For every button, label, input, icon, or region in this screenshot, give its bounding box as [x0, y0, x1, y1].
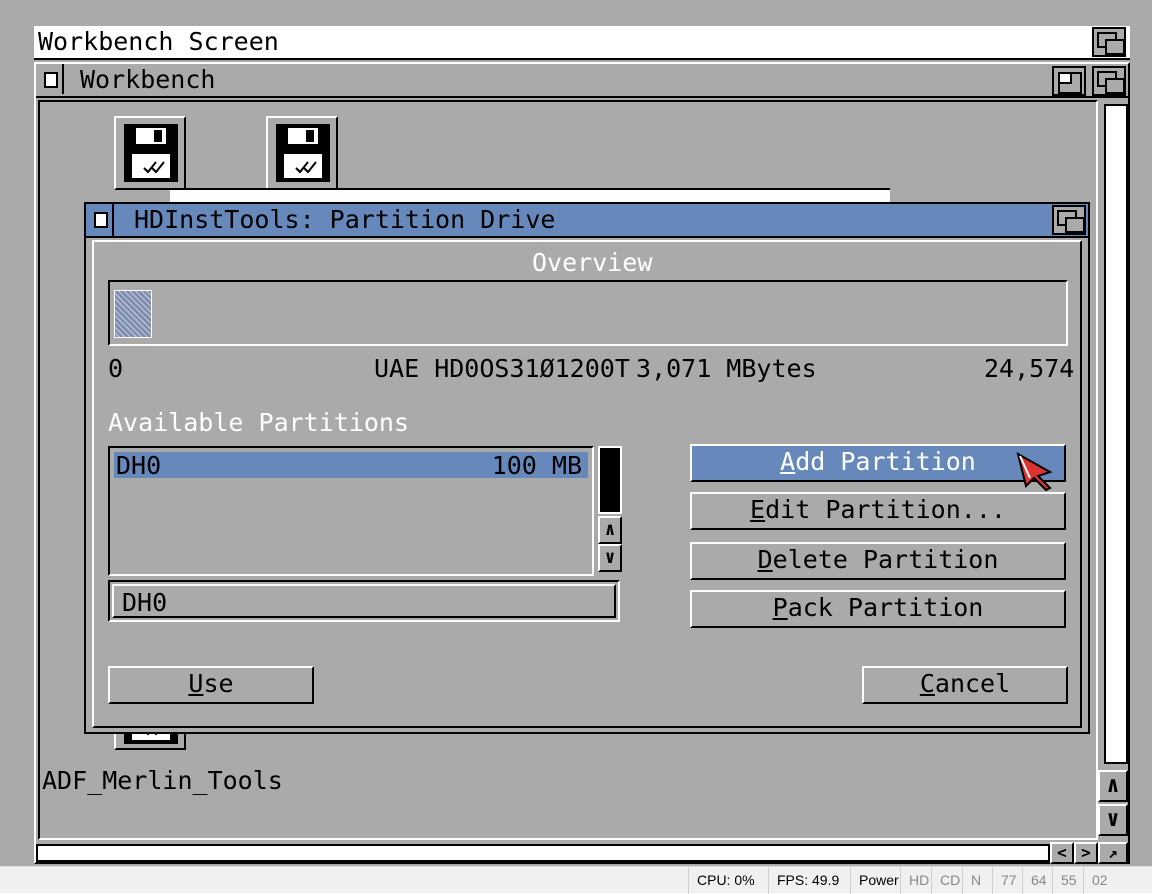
list-scroll-down-icon[interactable]: ∨ [598, 544, 622, 572]
dialog-body: Overview 0 UAE HD0OS31Ø1200T 3,071 MByte… [92, 240, 1082, 728]
screen-depth-gadget[interactable] [1092, 27, 1126, 57]
scroll-down-icon[interactable]: ∨ [1098, 804, 1128, 836]
workbench-screen: Workbench Screen Workbench ADF_Merlin_To… [0, 0, 1152, 866]
overview-label: Overview [532, 248, 653, 277]
add-partition-button[interactable]: Add Partition [690, 444, 1066, 482]
scroll-up-icon[interactable]: ∧ [1098, 770, 1128, 802]
disk-icon[interactable] [266, 116, 338, 190]
screen-title: Workbench Screen [38, 27, 279, 56]
window-depth-gadget[interactable] [1092, 66, 1126, 96]
dialog-titlebar[interactable]: HDInstTools: Partition Drive [86, 204, 1088, 238]
cancel-button[interactable]: Cancel [862, 666, 1068, 704]
partition-name: DH0 [116, 451, 162, 480]
drive-size: 3,071 MBytes [636, 354, 817, 383]
scroll-knob[interactable] [1104, 104, 1128, 764]
cpu-readout: CPU: 0% [688, 867, 763, 894]
list-scroll-up-icon[interactable]: ∧ [598, 516, 622, 544]
n-led: N [962, 867, 989, 894]
delete-partition-button[interactable]: Delete Partition [690, 542, 1066, 580]
edit-partition-button[interactable]: Edit Partition... [690, 492, 1066, 530]
icon-label[interactable]: ADF_Merlin_Tools [42, 768, 283, 793]
drive3-track: 02 [1083, 867, 1116, 894]
disk-icon[interactable] [114, 116, 186, 190]
screen-titlebar[interactable]: Workbench Screen [34, 26, 1130, 60]
drive0-track: 77 [992, 867, 1025, 894]
list-item[interactable]: DH0 100 MB [114, 452, 588, 478]
zoom-gadget-icon[interactable] [1052, 66, 1086, 96]
scale-end: 24,574 [984, 354, 1075, 383]
close-gadget-icon[interactable] [86, 204, 114, 236]
partition-list[interactable]: DH0 100 MB [108, 446, 594, 576]
partition-usage-fill[interactable] [114, 290, 152, 338]
list-scrollbar[interactable] [598, 446, 622, 514]
use-button[interactable]: Use [108, 666, 314, 704]
overview-bar[interactable] [108, 280, 1068, 346]
partition-size: 100 MB [491, 451, 582, 480]
dialog-depth-gadget[interactable] [1052, 205, 1086, 235]
power-led: Power [850, 867, 907, 894]
available-partitions-label: Available Partitions [108, 408, 410, 437]
partition-name-value[interactable]: DH0 [122, 590, 167, 615]
drive-name: UAE HD0OS31Ø1200T [374, 354, 630, 383]
pack-partition-button[interactable]: Pack Partition [690, 590, 1066, 628]
resize-gadget-icon[interactable]: ↗ [1098, 842, 1128, 864]
partition-name-field[interactable]: DH0 [108, 580, 620, 622]
workbench-title: Workbench [80, 65, 216, 94]
partition-drive-dialog: HDInstTools: Partition Drive Overview 0 … [84, 202, 1090, 734]
close-gadget-icon[interactable] [36, 64, 64, 94]
scale-start: 0 [108, 354, 124, 383]
mouse-pointer-icon [1016, 452, 1053, 492]
drive2-track: 55 [1052, 867, 1085, 894]
drive1-track: 64 [1022, 867, 1055, 894]
workbench-titlebar[interactable]: Workbench [36, 64, 1128, 98]
emulator-statusbar: CPU: 0% FPS: 49.9 Power HD CD N 77 64 55… [0, 866, 1152, 894]
scroll-left-icon[interactable]: < [1050, 842, 1074, 864]
dialog-title: HDInstTools: Partition Drive [134, 205, 556, 234]
horizontal-scrollbar[interactable] [36, 844, 1050, 862]
floppy-icon [276, 124, 330, 182]
fps-readout: FPS: 49.9 [768, 867, 847, 894]
scroll-right-icon[interactable]: > [1074, 842, 1098, 864]
floppy-icon [124, 124, 178, 182]
vertical-scrollbar[interactable] [1102, 102, 1128, 764]
